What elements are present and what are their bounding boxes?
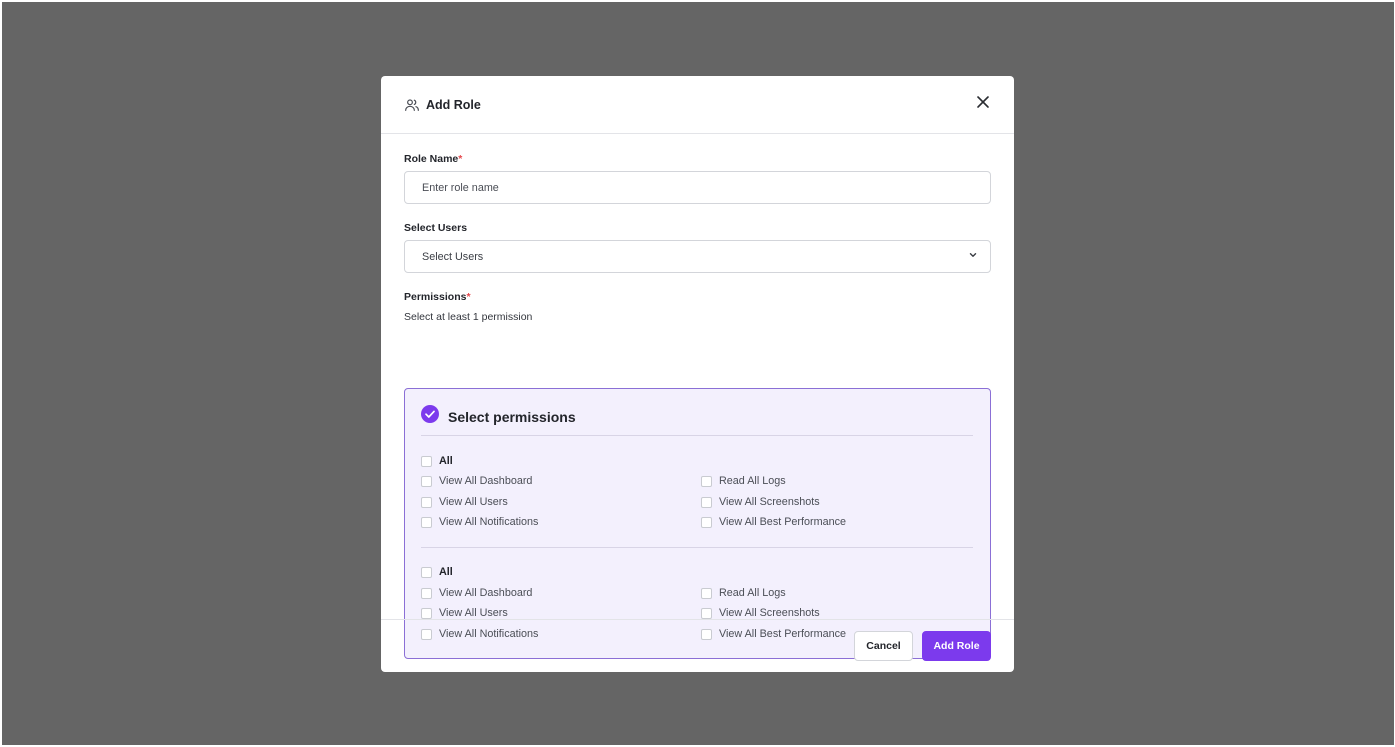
role-name-label-text: Role Name: [404, 153, 459, 165]
checkbox-view-all-dashboard[interactable]: View All Dashboard: [421, 475, 532, 487]
dialog-footer: Cancel Add Role: [381, 619, 1014, 672]
checkbox-label: View All Users: [439, 496, 508, 508]
role-name-input[interactable]: [404, 171, 991, 204]
users-icon: [404, 97, 420, 113]
checkbox-label: View All Notifications: [439, 516, 539, 528]
checkbox-all-group-2[interactable]: All: [421, 566, 453, 578]
permissions-box-title: Select permissions: [448, 408, 576, 425]
checkbox-label: View All Best Performance: [719, 516, 847, 528]
checkbox[interactable]: [421, 475, 432, 487]
close-icon: [976, 95, 990, 114]
checkbox-view-all-users[interactable]: View All Users: [421, 496, 508, 508]
checkbox[interactable]: [701, 587, 712, 599]
dialog-title-group: Add Role: [404, 97, 481, 113]
check-circle-icon: [421, 405, 439, 428]
permissions-label: Permissions*: [404, 291, 471, 303]
checkbox-label: View All Screenshots: [719, 607, 820, 619]
checkbox[interactable]: [701, 607, 712, 619]
checkbox-view-all-screenshots[interactable]: View All Screenshots: [701, 496, 820, 508]
checkbox[interactable]: [421, 455, 432, 467]
checkbox[interactable]: [421, 587, 432, 599]
permissions-box-header: Select permissions: [421, 405, 576, 428]
checkbox-label: All: [439, 455, 453, 467]
role-name-label: Role Name*: [404, 153, 462, 165]
checkbox-label: Read All Logs: [719, 587, 786, 599]
checkbox-view-all-dashboard[interactable]: View All Dashboard: [421, 587, 532, 599]
dialog-header: Add Role: [381, 76, 1014, 134]
checkbox[interactable]: [701, 475, 712, 487]
checkbox[interactable]: [701, 496, 712, 508]
checkbox-label: Read All Logs: [719, 475, 786, 487]
checkbox-read-all-logs[interactable]: Read All Logs: [701, 587, 786, 599]
checkbox-view-all-users[interactable]: View All Users: [421, 607, 508, 619]
select-users-label: Select Users: [404, 222, 468, 234]
checkbox-view-all-screenshots[interactable]: View All Screenshots: [701, 607, 820, 619]
checkbox-read-all-logs[interactable]: Read All Logs: [701, 475, 786, 487]
select-users-value: Select Users: [422, 250, 484, 263]
permissions-helper-text: Select at least 1 permission: [404, 311, 533, 323]
checkbox-label: View All Dashboard: [439, 587, 533, 599]
checkbox[interactable]: [421, 607, 432, 619]
divider: [421, 435, 973, 436]
required-mark: *: [466, 291, 471, 303]
dialog-body: Role Name* Select Users Select Users Per…: [381, 134, 1014, 659]
checkbox[interactable]: [421, 566, 432, 578]
checkbox-label: View All Screenshots: [719, 496, 820, 508]
required-mark: *: [458, 153, 463, 165]
checkbox-view-all-notifications[interactable]: View All Notifications: [421, 516, 538, 528]
select-users-dropdown[interactable]: Select Users: [404, 240, 991, 273]
checkbox-label: All: [439, 566, 453, 578]
checkbox-label: View All Users: [439, 607, 508, 619]
checkbox-all-group-1[interactable]: All: [421, 455, 453, 467]
checkbox[interactable]: [421, 516, 432, 528]
chevron-down-icon: [968, 250, 978, 263]
add-role-button[interactable]: Add Role: [922, 631, 991, 661]
cancel-button[interactable]: Cancel: [854, 631, 913, 661]
close-button[interactable]: [974, 96, 992, 114]
checkbox-label: View All Dashboard: [439, 475, 533, 487]
add-role-dialog: Add Role Role Name* Select Users Select …: [381, 76, 1014, 672]
checkbox-view-all-best-performance[interactable]: View All Best Performance: [701, 516, 846, 528]
dialog-title: Add Role: [426, 97, 481, 112]
divider: [421, 547, 973, 548]
permissions-label-text: Permissions: [404, 291, 467, 303]
checkbox[interactable]: [421, 496, 432, 508]
checkbox[interactable]: [701, 516, 712, 528]
